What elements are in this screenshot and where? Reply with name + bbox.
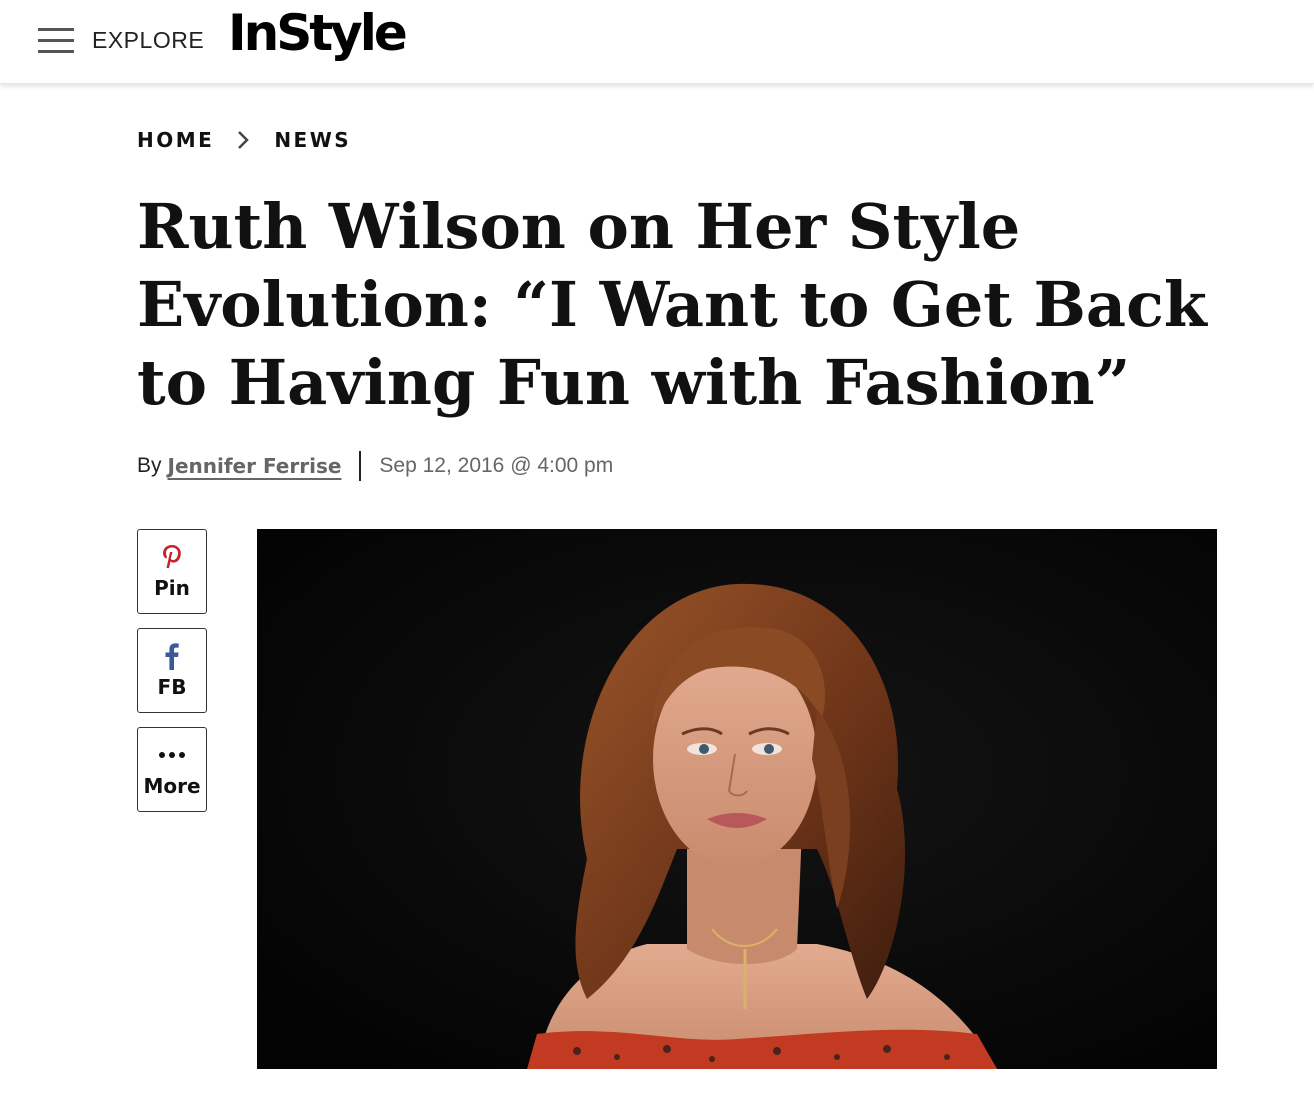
headline-line: Ruth Wilson on Her Style	[137, 190, 1021, 263]
publish-date: Sep 12, 2016 @ 4:00 pm	[379, 454, 614, 477]
pinterest-icon	[138, 540, 206, 574]
by-label: By	[137, 454, 162, 477]
more-label: More	[143, 774, 201, 798]
headline-line: Evolution: “I Want to Get Back	[137, 268, 1207, 341]
top-nav-bar: EXPLORE InStyle	[0, 0, 1314, 84]
portrait-illustration	[257, 529, 1217, 1069]
hamburger-menu-icon[interactable]	[38, 28, 74, 54]
fb-label: FB	[157, 675, 187, 699]
explore-link[interactable]: EXPLORE	[92, 27, 204, 54]
pin-share-button[interactable]: Pin	[137, 529, 207, 614]
facebook-icon	[138, 639, 206, 673]
instyle-logo[interactable]: InStyle	[228, 4, 408, 62]
breadcrumb: HOME NEWS	[137, 126, 351, 154]
author-link[interactable]: Jennifer Ferrise	[168, 454, 342, 478]
pin-label: Pin	[154, 576, 190, 600]
facebook-share-button[interactable]: FB	[137, 628, 207, 713]
headline-line: to Having Fun with Fashion”	[137, 346, 1131, 419]
hero-video-image[interactable]	[257, 529, 1217, 1069]
breadcrumb-news[interactable]: NEWS	[274, 128, 351, 152]
more-share-button[interactable]: More	[137, 727, 207, 812]
article-headline: Ruth Wilson on Her Style Evolution: “I W…	[137, 188, 1217, 422]
byline: By Jennifer Ferrise Sep 12, 2016 @ 4:00 …	[137, 450, 613, 482]
more-dots-icon	[138, 738, 206, 772]
breadcrumb-home[interactable]: HOME	[137, 128, 214, 152]
byline-divider	[359, 451, 362, 481]
chevron-right-icon	[228, 126, 258, 154]
